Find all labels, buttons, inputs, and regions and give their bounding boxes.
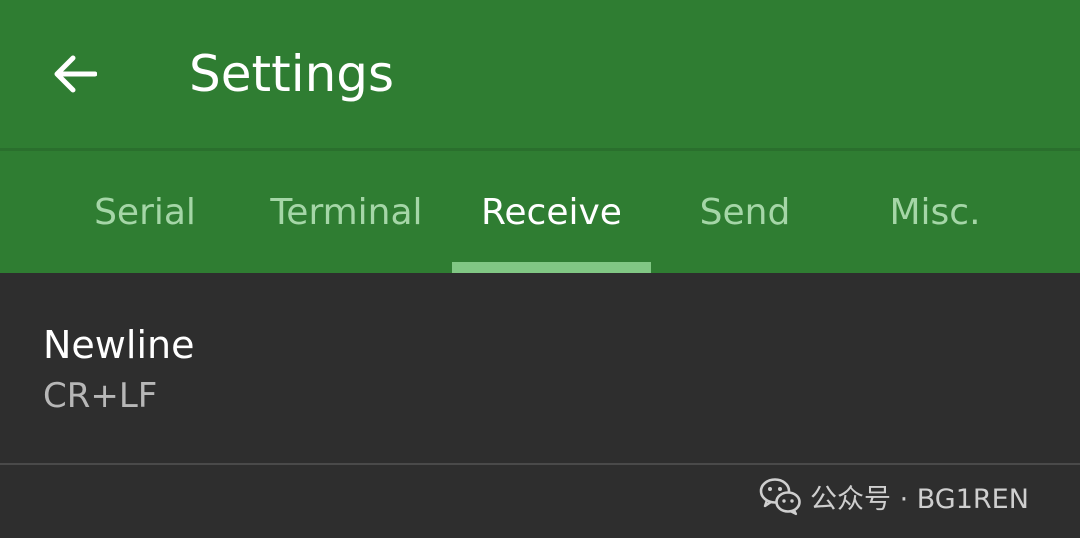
watermark-text: 公众号 · BG1REN — [810, 483, 1029, 515]
preference-title: Newline — [43, 323, 195, 367]
watermark: 公众号 · BG1REN — [758, 474, 1029, 518]
arrow-left-icon — [54, 55, 97, 93]
tab-bar: Serial Terminal Receive Send Misc. — [0, 151, 1080, 273]
wechat-icon — [759, 478, 801, 516]
tab-receive[interactable]: Receive — [452, 151, 651, 273]
active-tab-indicator — [452, 262, 651, 273]
tab-send[interactable]: Send — [647, 151, 843, 273]
newline-preference[interactable]: Newline CR+LF — [0, 273, 1080, 463]
tab-misc[interactable]: Misc. — [836, 151, 1034, 273]
tab-terminal[interactable]: Terminal — [247, 151, 446, 273]
preference-summary: CR+LF — [43, 376, 158, 416]
list-divider — [0, 463, 1080, 465]
back-button[interactable] — [40, 40, 108, 108]
app-bar: Settings — [0, 0, 1080, 148]
tab-serial[interactable]: Serial — [47, 151, 243, 273]
page-title: Settings — [189, 45, 395, 103]
